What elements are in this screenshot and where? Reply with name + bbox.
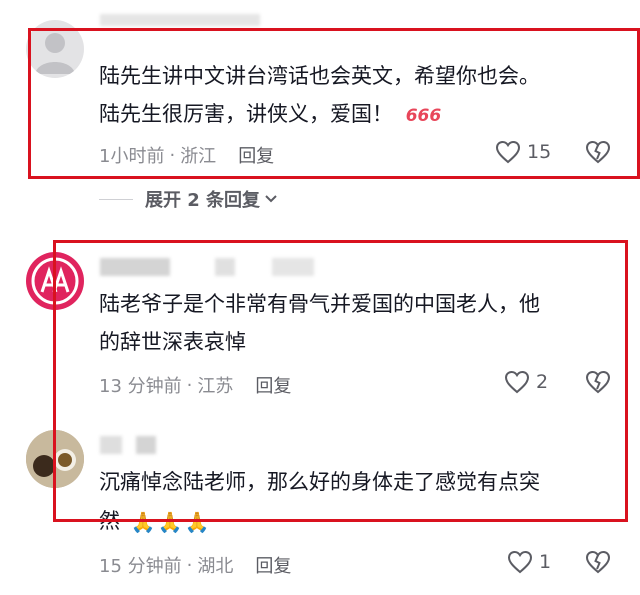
badge-666: 666	[405, 106, 442, 126]
reply-button[interactable]: 回复	[255, 372, 291, 398]
like-count: 1	[539, 551, 552, 573]
avatar[interactable]	[26, 252, 84, 310]
username-blurred	[136, 436, 156, 454]
avatar[interactable]	[26, 430, 84, 488]
broken-heart-icon	[585, 550, 611, 574]
dislike-button[interactable]	[585, 550, 611, 578]
like-count: 2	[536, 371, 549, 393]
comment-text-fragment: 陆先生很厉害，讲侠义，爱国！	[99, 102, 393, 126]
comment-meta: 1小时前 · 浙江 回复	[99, 142, 274, 168]
reply-button[interactable]: 回复	[255, 552, 291, 578]
like-button[interactable]: 15	[495, 140, 551, 164]
meta-separator: ·	[169, 144, 176, 166]
comment-text-line: 沉痛悼念陆老师，那么好的身体走了感觉有点突	[99, 470, 540, 494]
comment-location: 湖北	[197, 556, 234, 577]
comment-text-line: 的辞世深表哀悼	[99, 330, 246, 354]
reply-button[interactable]: 回复	[238, 142, 274, 168]
heart-icon	[507, 550, 533, 574]
tea-photo-avatar-icon	[26, 430, 84, 488]
comment-meta: 13 分钟前 · 江苏 回复	[99, 372, 291, 398]
like-button[interactable]: 1	[507, 550, 551, 574]
like-count: 15	[527, 141, 552, 163]
username-blurred	[215, 258, 235, 276]
chevron-down-icon	[265, 195, 277, 203]
expand-replies-button[interactable]: 展开 2 条回复	[99, 186, 278, 212]
username-blurred[interactable]	[100, 258, 170, 276]
comment-text-line: 陆先生讲中文讲台湾话也会英文，希望你也会。	[99, 64, 540, 88]
broken-heart-icon	[585, 370, 611, 394]
meta-separator: ·	[186, 374, 193, 396]
meta-separator: ·	[186, 554, 193, 576]
comment-time: 15 分钟前	[99, 556, 182, 577]
logo-avatar-icon	[31, 257, 79, 305]
like-button[interactable]: 2	[504, 370, 548, 394]
broken-heart-icon	[585, 140, 611, 164]
avatar[interactable]	[26, 20, 84, 78]
heart-icon	[495, 140, 521, 164]
comment-location: 浙江	[180, 146, 217, 167]
comment-time: 13 分钟前	[99, 376, 182, 397]
expand-replies-label: 展开 2 条回复	[145, 190, 261, 211]
comment-text-line: 陆先生很厉害，讲侠义，爱国！ 666	[99, 96, 441, 134]
comment-text-fragment: 然	[99, 509, 120, 533]
dislike-button[interactable]	[585, 370, 611, 398]
comment-text-line: 陆老爷子是个非常有骨气并爱国的中国老人，他	[99, 292, 540, 316]
divider-line	[99, 198, 133, 200]
comment-meta: 15 分钟前 · 湖北 回复	[99, 552, 291, 578]
comment-location: 江苏	[197, 376, 234, 397]
username-blurred[interactable]	[100, 436, 122, 454]
default-avatar-icon	[35, 33, 75, 74]
praying-hands-emojis: 🙏🙏🙏	[130, 510, 212, 534]
dislike-button[interactable]	[585, 140, 611, 168]
comment-time: 1小时前	[99, 146, 165, 167]
heart-icon	[504, 370, 530, 394]
comment-text-line: 然 🙏🙏🙏	[99, 503, 211, 540]
username-blurred[interactable]	[100, 14, 260, 26]
username-blurred	[272, 258, 314, 276]
